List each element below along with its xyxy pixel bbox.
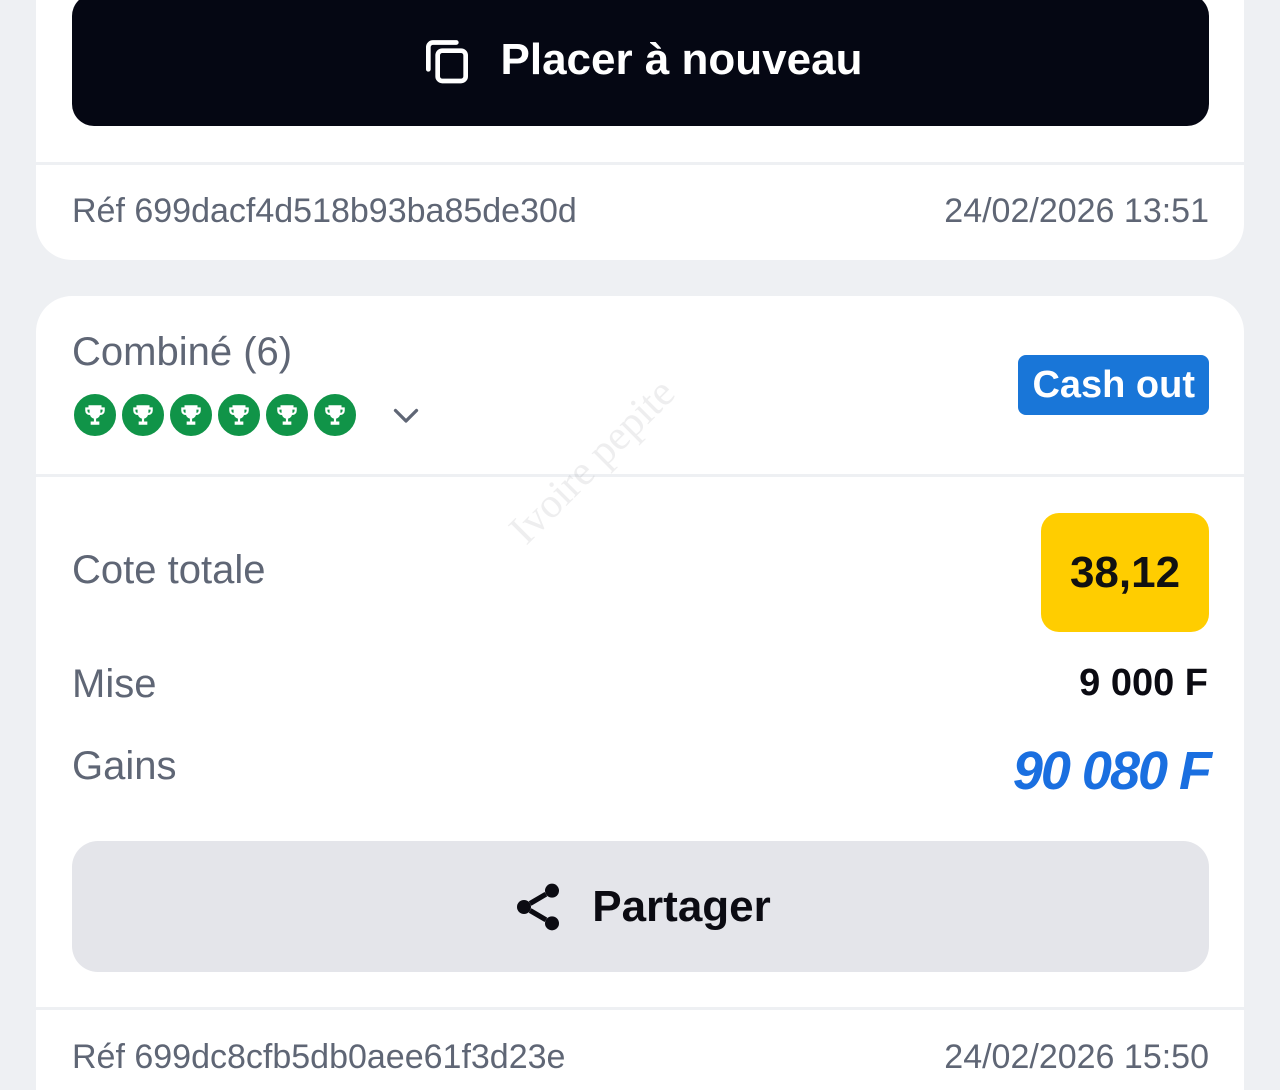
bet-reference: Réf 699dacf4d518b93ba85de30d <box>72 192 577 230</box>
bet-timestamp: 24/02/2026 13:51 <box>944 192 1209 230</box>
selection-status-list[interactable] <box>72 392 424 438</box>
share-label: Partager <box>592 881 771 931</box>
divider <box>36 474 1244 477</box>
chevron-down-icon[interactable] <box>388 397 424 433</box>
stake-value: 9 000 F <box>1079 662 1208 704</box>
bet-timestamp: 24/02/2026 15:50 <box>944 1038 1209 1076</box>
winnings-value: 90 080 F <box>1012 741 1212 801</box>
divider <box>36 162 1244 165</box>
ref-row: Réf 699dacf4d518b93ba85de30d 24/02/2026 … <box>72 192 1209 231</box>
trophy-icon <box>264 392 310 438</box>
previous-bet-card: Placer à nouveau Réf 699dacf4d518b93ba85… <box>36 0 1244 260</box>
place-again-label: Placer à nouveau <box>500 35 863 84</box>
winnings-label: Gains <box>72 744 177 788</box>
place-again-button[interactable]: Placer à nouveau <box>72 0 1209 126</box>
trophy-icon <box>168 392 214 438</box>
total-odds-label: Cote totale <box>72 548 266 592</box>
ref-row: Réf 699dc8cfb5db0aee61f3d23e 24/02/2026 … <box>72 1038 1209 1077</box>
stake-label: Mise <box>72 662 157 706</box>
share-button[interactable]: Partager <box>72 841 1209 972</box>
trophy-icon <box>312 392 358 438</box>
bet-title: Combiné (6) <box>72 330 293 374</box>
trophy-icon <box>72 392 118 438</box>
share-icon <box>510 879 566 935</box>
bet-reference: Réf 699dc8cfb5db0aee61f3d23e <box>72 1038 566 1076</box>
bet-history-page: Placer à nouveau Réf 699dacf4d518b93ba85… <box>0 0 1280 1090</box>
total-odds-badge: 38,12 <box>1041 513 1209 632</box>
cashout-button[interactable]: Cash out <box>1018 355 1209 415</box>
trophy-icon <box>216 392 262 438</box>
trophy-icon <box>120 392 166 438</box>
divider <box>36 1007 1244 1010</box>
combined-bet-card: Combiné (6) Cash out Cote totale 38,12 M… <box>36 296 1244 1090</box>
copy-icon <box>419 32 475 88</box>
